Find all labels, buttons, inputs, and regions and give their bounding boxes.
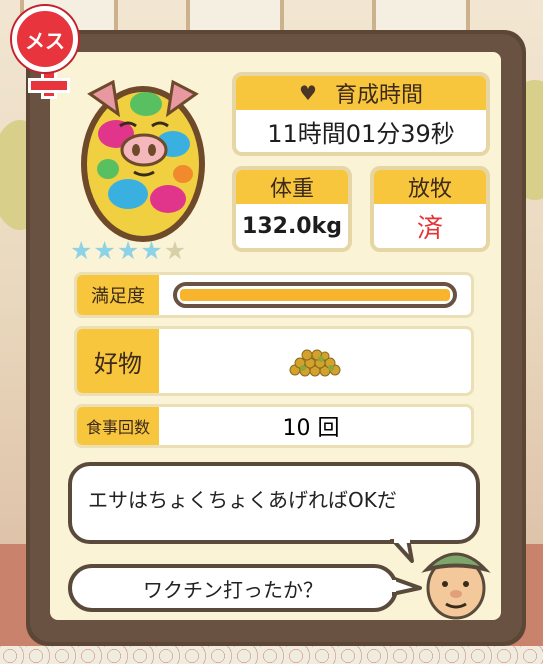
farmer-speech-bubble[interactable]: エサはちょくちょくあげればOKだ <box>68 462 480 544</box>
star-icon: ★ <box>93 236 117 265</box>
meal-count-row: 食事回数 10 回 <box>74 404 474 448</box>
background-fence <box>0 646 543 664</box>
raising-time-box: ♥ 育成時間 11時間01分39秒 <box>232 72 490 156</box>
grazing-label: 放牧 <box>407 177 452 202</box>
favorite-food-row: 好物 <box>74 326 474 396</box>
farmer-question-text: ワクチン打ったか？ <box>143 577 323 602</box>
weight-value: 132.0kg <box>242 213 342 239</box>
favorite-label: 好物 <box>77 329 159 393</box>
satisfaction-bar-fill <box>180 289 450 301</box>
grazing-header: 放牧 <box>374 170 486 204</box>
raising-time-label: 育成時間 <box>334 83 423 108</box>
satisfaction-meter <box>159 275 471 315</box>
farmer-speech-text: エサはちょくちょくあげればOKだ <box>88 488 397 512</box>
farmer-avatar[interactable] <box>418 538 494 620</box>
female-symbol-bar <box>28 78 70 93</box>
farmer-question-bubble[interactable]: ワクチン打ったか？ <box>68 564 398 612</box>
weight-header: 体重 <box>236 170 348 204</box>
pig-portrait[interactable] <box>68 64 218 244</box>
meal-count-value: 10 回 <box>282 416 340 441</box>
satisfaction-row: 満足度 <box>74 272 474 318</box>
grazing-box: 放牧 済 <box>370 166 490 252</box>
raising-time-header: ♥ 育成時間 <box>236 76 486 110</box>
star-icon: ★ <box>140 236 164 265</box>
satisfaction-bar-track <box>173 282 457 308</box>
satisfaction-label: 満足度 <box>77 275 159 315</box>
star-icon: ★ <box>116 236 141 265</box>
meal-count-label: 食事回数 <box>77 407 159 445</box>
favorite-food-cell <box>159 329 471 393</box>
grazing-value: 済 <box>416 213 443 244</box>
speech-tail-icon <box>390 539 414 563</box>
heart-icon: ♥ <box>299 81 317 105</box>
grain-pile-icon <box>289 349 341 377</box>
weight-box: 体重 132.0kg <box>232 166 352 252</box>
rarity-stars: ★★★★★ <box>70 236 187 265</box>
female-symbol-circle: メス <box>12 6 78 72</box>
raising-time-value: 11時間01分39秒 <box>267 119 455 148</box>
star-icon: ★ <box>70 236 94 265</box>
star-empty-icon: ★ <box>163 236 188 265</box>
female-label: メス <box>25 28 65 53</box>
weight-label: 体重 <box>269 177 314 202</box>
